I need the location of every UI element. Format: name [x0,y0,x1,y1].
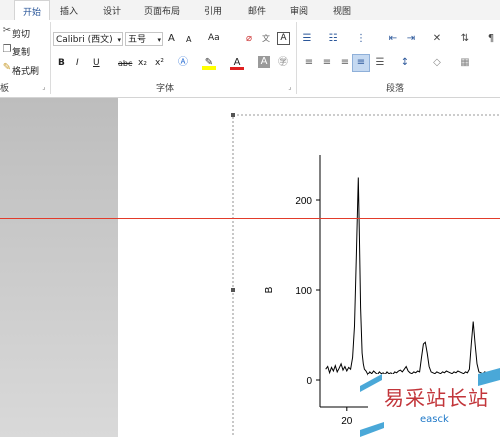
watermark-url: easck [420,414,449,425]
y-tick-label: 100 [295,286,312,297]
series-line [325,177,499,376]
resize-handle [231,113,235,117]
resize-handle [231,288,235,292]
y-tick-label: 200 [295,196,312,207]
chart-series [325,177,499,376]
y-axis-label: B [264,286,275,293]
y-tick-label: 0 [306,376,312,387]
x-tick-label: 20 [341,416,353,427]
ruler-guide-line [0,218,500,219]
watermark-text: 易采站长站 [384,386,489,410]
